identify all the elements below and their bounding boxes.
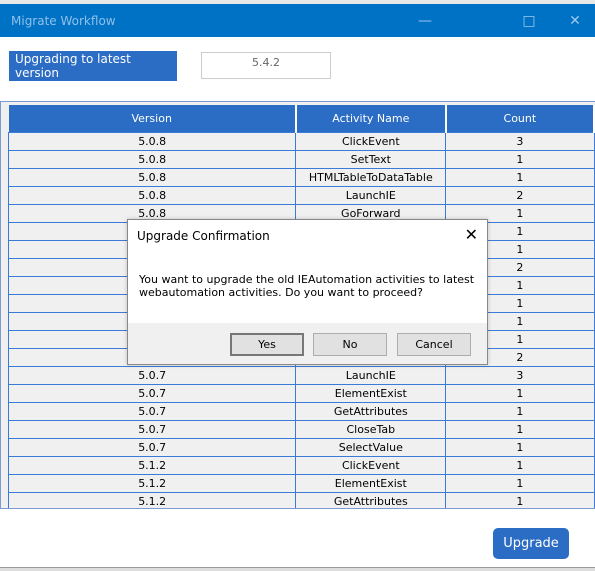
table-row[interactable]: 5.1.2 ElementExist 1 — [7, 473, 595, 493]
activity-cell: SetText — [295, 149, 447, 169]
version-cell: 5.0.7 — [7, 437, 297, 457]
count-cell: 1 — [445, 473, 595, 493]
table-row[interactable]: 5.0.7 LaunchIE 3 — [7, 365, 595, 385]
count-cell: 1 — [445, 401, 595, 421]
count-cell: 1 — [445, 419, 595, 439]
cancel-button[interactable]: Cancel — [397, 333, 471, 356]
upgrade-confirmation-dialog: Upgrade Confirmation ✕ You want to upgra… — [127, 219, 488, 365]
close-icon[interactable]: ✕ — [552, 4, 595, 37]
table-row[interactable]: 5.0.8 HTMLTableToDataTable 1 — [7, 167, 595, 187]
version-cell: 5.0.7 — [7, 401, 297, 421]
table-row[interactable]: 5.0.7 SelectValue 1 — [7, 437, 595, 457]
activity-cell: ClickEvent — [295, 455, 447, 475]
activity-cell: SelectValue — [295, 437, 447, 457]
table-row[interactable]: 5.0.8 LaunchIE 2 — [7, 185, 595, 205]
activity-cell: CloseTab — [295, 419, 447, 439]
table-row[interactable]: 5.0.8 SetText 1 — [7, 149, 595, 169]
version-cell: 5.1.2 — [7, 455, 297, 475]
table-row[interactable]: 5.0.7 GetAttributes 1 — [7, 401, 595, 421]
version-cell: 5.0.8 — [7, 131, 297, 151]
table-row[interactable]: 5.1.2 ClickEvent 1 — [7, 455, 595, 475]
yes-button[interactable]: Yes — [230, 333, 304, 356]
column-header-activity[interactable]: Activity Name — [295, 105, 447, 132]
activity-cell: ClickEvent — [295, 131, 447, 151]
activity-cell: ElementExist — [295, 473, 447, 493]
count-cell: 1 — [445, 491, 595, 508]
version-cell: 5.1.2 — [7, 473, 297, 493]
version-cell: 5.0.7 — [7, 419, 297, 439]
version-cell: 5.1.2 — [7, 491, 297, 508]
bottom-strip — [0, 567, 595, 571]
version-cell: 5.0.8 — [7, 185, 297, 205]
count-cell: 1 — [445, 149, 595, 169]
column-header-version[interactable]: Version — [8, 105, 297, 132]
maximize-icon[interactable]: □ — [506, 4, 552, 37]
window-title: Migrate Workflow — [11, 13, 116, 28]
activity-cell: GetAttributes — [295, 491, 447, 508]
dialog-close-icon[interactable]: ✕ — [465, 225, 478, 244]
count-cell: 3 — [445, 365, 595, 385]
dialog-message: You want to upgrade the old IEAutomation… — [139, 273, 475, 299]
activity-cell: HTMLTableToDataTable — [295, 167, 447, 187]
table-row[interactable]: 5.0.8 ClickEvent 3 — [7, 131, 595, 151]
count-cell: 1 — [445, 455, 595, 475]
upgrade-button[interactable]: Upgrade — [493, 528, 569, 559]
table-row[interactable]: 5.0.7 ElementExist 1 — [7, 383, 595, 403]
table-row[interactable]: 5.0.7 CloseTab 1 — [7, 419, 595, 439]
activity-cell: LaunchIE — [295, 185, 447, 205]
count-cell: 2 — [445, 185, 595, 205]
minimize-icon[interactable]: — — [402, 4, 448, 37]
version-cell: 5.0.8 — [7, 167, 297, 187]
count-cell: 1 — [445, 383, 595, 403]
no-button[interactable]: No — [313, 333, 387, 356]
version-cell: 5.0.7 — [7, 365, 297, 385]
version-cell: 5.0.7 — [7, 383, 297, 403]
activity-cell: GetAttributes — [295, 401, 447, 421]
version-cell: 5.0.8 — [7, 149, 297, 169]
count-cell: 1 — [445, 167, 595, 187]
dialog-footer: Yes No Cancel — [128, 323, 487, 364]
activity-cell: LaunchIE — [295, 365, 447, 385]
dialog-title: Upgrade Confirmation — [137, 229, 270, 243]
upgrade-label: Upgrading to latest version — [9, 51, 177, 81]
count-cell: 1 — [445, 437, 595, 457]
column-header-count[interactable]: Count — [445, 105, 595, 132]
table-row[interactable]: 5.1.2 GetAttributes 1 — [7, 491, 595, 508]
count-cell: 3 — [445, 131, 595, 151]
version-field[interactable]: 5.4.2 — [201, 52, 331, 79]
activity-cell: ElementExist — [295, 383, 447, 403]
